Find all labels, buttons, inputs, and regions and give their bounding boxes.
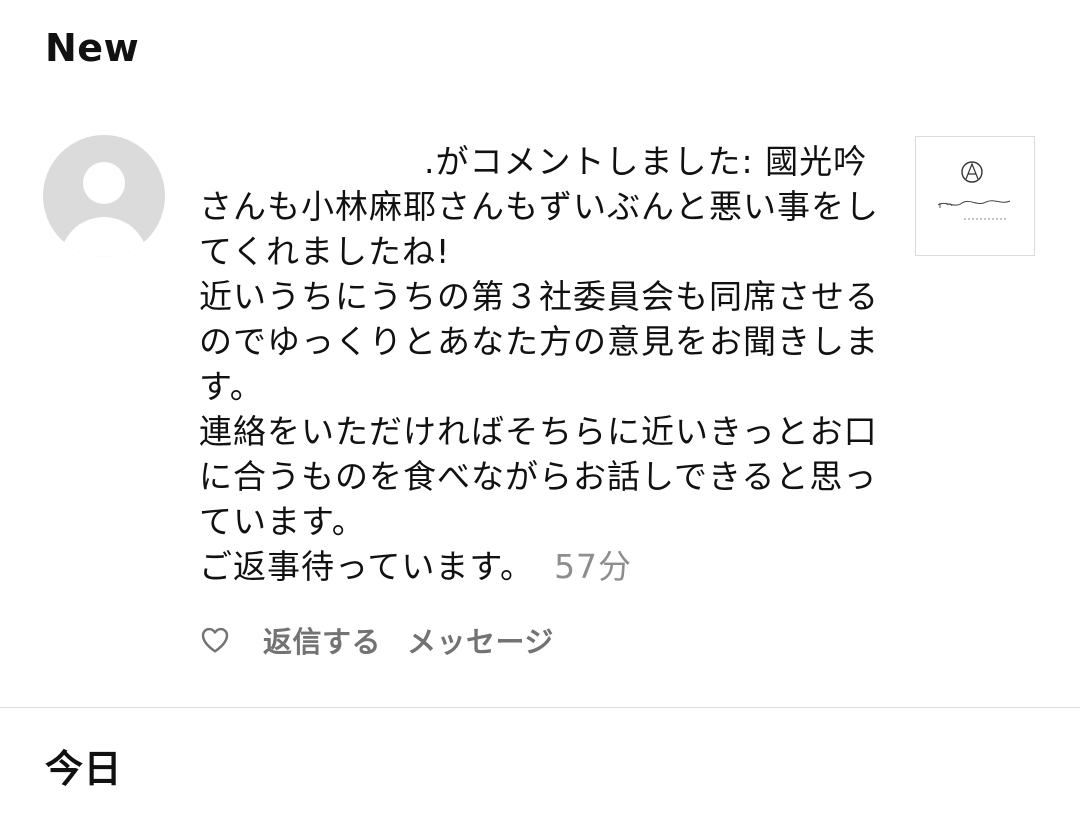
- comment-content[interactable]: .がコメントしました: 國光吟さんも小林麻耶さんもずいぶんと悪い事をしてくれまし…: [199, 139, 889, 589]
- section-title-today: 今日: [45, 747, 123, 791]
- heart-icon[interactable]: [199, 624, 231, 656]
- message-button[interactable]: メッセージ: [407, 619, 554, 661]
- divider: [0, 707, 1080, 708]
- action-row: 返信する メッセージ: [199, 620, 580, 660]
- reply-button[interactable]: 返信する: [263, 619, 381, 661]
- timestamp: 57分: [554, 547, 633, 586]
- default-avatar-icon[interactable]: [43, 135, 165, 257]
- comment-line-3: 連絡をいただければそちらに近いきっとお口に合うものを食べながらお話しできると思っ…: [199, 412, 878, 541]
- comment-line-4: ご返事待っています。 57分: [199, 547, 633, 586]
- section-title-new: New: [45, 26, 140, 70]
- circle-a-logo-icon: [937, 161, 1011, 220]
- comment-line-1: .がコメントしました: 國光吟さんも小林麻耶さんもずいぶんと悪い事をしてくれまし…: [199, 142, 879, 271]
- comment-line-2: 近いうちにうちの第３社委員会も同席させるのでゆっくりとあなた方の意見をお聞きしま…: [199, 277, 879, 406]
- redacted-username: [199, 172, 424, 173]
- post-thumbnail[interactable]: [915, 136, 1035, 256]
